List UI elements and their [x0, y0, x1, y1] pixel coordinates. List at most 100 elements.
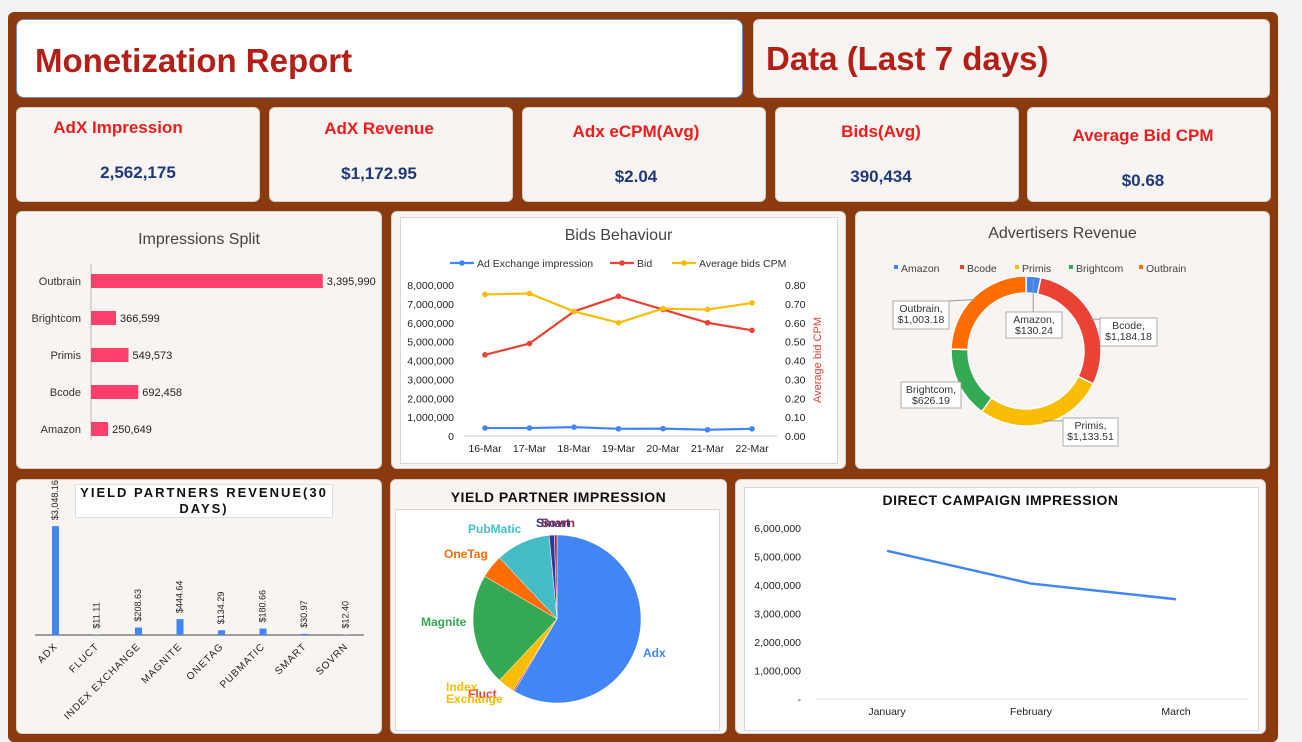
legend-swatch: [1069, 265, 1073, 269]
data-label: $1,133.51: [1067, 431, 1114, 443]
x-tick-label: 21-Mar: [691, 443, 725, 455]
data-label: $134.29: [216, 592, 226, 625]
yield-partner-impression-panel: YIELD PARTNER IMPRESSION Adx Fluct Index Ex…: [390, 479, 727, 734]
data-point: [660, 425, 666, 432]
slice-label: Sovrn: [541, 516, 575, 530]
x-tick-label: March: [1161, 706, 1190, 718]
kpi-card-average-bid-cpm: Average Bid CPM $0.68: [1027, 107, 1271, 202]
kpi-label: Adx eCPM(Avg): [572, 122, 700, 141]
data-label: $1,184.18: [1105, 331, 1152, 343]
legend-label: Amazon: [901, 263, 940, 275]
slice-label: OneTag: [444, 547, 488, 561]
bar-outbrain: [91, 274, 323, 288]
yield-partners-revenue-panel: YIELD PARTNERS REVENUE(30 DAYS) $3,048.1…: [16, 479, 382, 734]
x-tick-label: 17-Mar: [513, 443, 547, 455]
bar-amazon: [91, 422, 109, 436]
bar-onetag: [218, 630, 225, 635]
data-point: [749, 426, 755, 432]
x-tick-label: 22-Mar: [735, 443, 769, 455]
date-range-box: Data (Last 7 days): [753, 19, 1270, 98]
y-tick-label: 4,000,000: [407, 356, 454, 368]
y2-tick-label: 0.50: [785, 337, 806, 349]
y2-tick-label: 0.70: [785, 299, 806, 311]
category-label: ADX: [36, 641, 60, 665]
slice-label: Magnite: [421, 615, 467, 629]
data-point: [571, 424, 577, 430]
legend-label: Outbrain: [1146, 263, 1186, 275]
y-tick-label: 5,000,000: [407, 337, 454, 349]
legend-swatch: [1015, 265, 1019, 269]
data-label: 366,599: [120, 313, 160, 325]
y-tick-label: 6,000,000: [407, 318, 454, 330]
y-tick-label: 4,000,000: [754, 580, 801, 592]
kpi-label: AdX Impression: [53, 118, 183, 137]
data-point: [526, 290, 533, 297]
legend-swatch: [960, 265, 964, 269]
bids-behaviour-chart: 8,000,000 7,000,000 6,000,000 5,000,000 4,00…: [407, 258, 824, 455]
y2-tick-label: 0.30: [785, 374, 806, 386]
legend-label: Ad Exchange impression: [477, 258, 593, 270]
y2-axis-label: Average bid CPM: [812, 317, 824, 403]
category-label: Bcode: [50, 387, 81, 399]
impressions-split-panel: Impressions Split Outbrain 3,395,990 Brigh…: [16, 211, 382, 469]
y-tick-label: 0: [448, 431, 454, 443]
bar-adx: [52, 526, 59, 635]
y-tick-label: 7,000,000: [407, 299, 454, 311]
y-tick-label: 3,000,000: [754, 609, 801, 621]
slice-label: PubMatic: [468, 522, 522, 536]
data-label: $12.40: [341, 601, 351, 629]
data-label: 3,395,990: [327, 276, 376, 288]
y2-tick-label: 0.00: [785, 431, 806, 443]
y-tick-label: 1,000,000: [407, 412, 454, 424]
data-point: [482, 425, 488, 431]
bar-pubmatic: [259, 628, 267, 635]
data-label: $208.63: [133, 589, 143, 622]
report-title: Monetization Report: [35, 42, 353, 79]
y2-tick-label: 0.40: [785, 356, 806, 368]
legend-marker: [681, 260, 687, 266]
data-point: [615, 426, 622, 432]
kpi-value: 2,562,175: [100, 163, 176, 182]
slice-label: Exchange: [446, 692, 503, 706]
x-tick-label: 20-Mar: [646, 443, 680, 455]
bar-bcode: [91, 385, 139, 399]
data-label: $180.66: [258, 590, 268, 623]
kpi-card-adx-revenue: AdX Revenue $1,172.95: [269, 107, 513, 202]
bar-brightcom: [91, 311, 117, 325]
advertisers-revenue-chart: Amazon Bcode Primis Brightcom OutbrainAmazon…: [892, 263, 1186, 447]
legend-label: Brightcom: [1076, 263, 1124, 275]
data-label: $30.97: [299, 600, 309, 628]
date-range-title: Data (Last 7 days): [766, 40, 1049, 77]
category-label: SMART: [273, 641, 309, 677]
category-label: Brightcom: [31, 313, 81, 325]
kpi-card-bids-avg: Bids(Avg) 390,434: [775, 107, 1019, 202]
kpi-card-adx-ecpm: Adx eCPM(Avg) $2.04: [522, 107, 766, 202]
data-label: 250,649: [112, 424, 152, 436]
data-point: [482, 291, 488, 298]
yield-partner-impression-chart: AdxFluctIndexExchangeMagniteOneTagPubMat…: [421, 516, 666, 706]
kpi-card-adx-impression: AdX Impression 2,562,175: [16, 107, 260, 202]
x-tick-label: 16-Mar: [468, 443, 502, 455]
data-label: 692,458: [142, 387, 182, 399]
category-label: Outbrain: [39, 276, 81, 288]
bar-index-exchange: [135, 627, 142, 635]
data-point: [482, 352, 488, 358]
kpi-value: $2.04: [614, 167, 658, 186]
data-point: [526, 340, 533, 347]
data-label: $444.64: [175, 581, 185, 614]
data-label: $3,048.16: [50, 480, 60, 520]
data-point: [704, 306, 711, 313]
data-point: [704, 319, 711, 326]
data-point: [571, 308, 577, 315]
kpi-label: Bids(Avg): [841, 122, 921, 141]
data-point: [660, 305, 666, 312]
bids-behaviour-panel: Bids Behaviour 8,000,000 7,000,000 6,000,0…: [391, 211, 846, 469]
report-title-box: Monetization Report: [16, 19, 743, 98]
y2-tick-label: 0.80: [785, 280, 806, 292]
x-tick-label: February: [1010, 706, 1053, 718]
y-tick-label: 2,000,000: [407, 393, 454, 405]
data-point: [615, 319, 622, 326]
category-label: ONETAG: [185, 641, 226, 682]
y-tick-label: 3,000,000: [407, 374, 454, 386]
x-tick-label: 19-Mar: [602, 443, 636, 455]
